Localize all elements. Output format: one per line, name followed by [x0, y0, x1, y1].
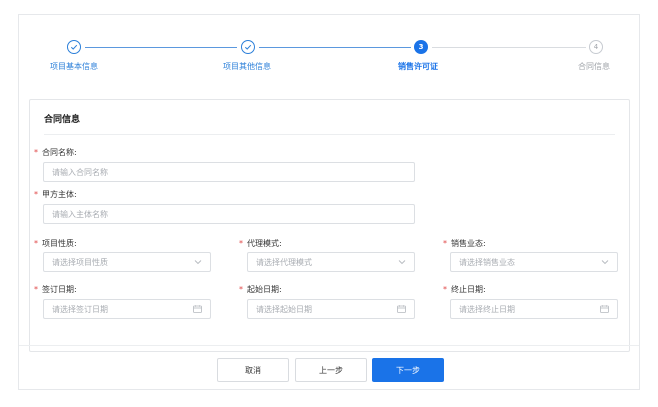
step-1-label[interactable]: 项目基本信息 [50, 61, 98, 72]
required-mark: * [34, 148, 38, 157]
calendar-icon [193, 305, 202, 313]
contract-name-input[interactable] [43, 162, 415, 182]
calendar-icon [600, 305, 609, 313]
chevron-down-icon [601, 260, 609, 265]
sales-status-select[interactable]: 请选择销售业态 [450, 252, 618, 272]
panel-title: 合同信息 [44, 115, 81, 125]
step-2-label[interactable]: 项目其他信息 [223, 61, 271, 72]
sales-status-placeholder: 请选择销售业态 [459, 257, 515, 267]
end-date-placeholder: 请选择终止日期 [459, 304, 515, 314]
contract-name-label: * 合同名称: [34, 148, 77, 157]
start-date-placeholder: 请选择起始日期 [256, 304, 312, 314]
step-4-label: 合同信息 [578, 62, 610, 71]
agency-mode-placeholder: 请选择代理模式 [256, 257, 312, 267]
project-nature-select[interactable]: 请选择项目性质 [43, 252, 211, 272]
end-date-picker[interactable]: 请选择终止日期 [450, 299, 618, 319]
agency-mode-label: * 代理模式: [239, 239, 282, 248]
required-mark: * [34, 190, 38, 199]
required-mark: * [443, 239, 447, 248]
party-a-input[interactable] [43, 204, 415, 224]
project-nature-label: * 项目性质: [34, 239, 77, 248]
prev-step-button[interactable]: 上一步 [295, 358, 367, 382]
step-4-number: 4 [589, 40, 603, 54]
party-a-label: * 甲方主体: [34, 190, 77, 199]
step-3-label: 销售许可证 [398, 62, 438, 71]
project-nature-placeholder: 请选择项目性质 [52, 257, 108, 267]
step-3-number: 3 [414, 40, 428, 54]
cancel-button[interactable]: 取消 [217, 358, 289, 382]
panel-divider [44, 134, 615, 135]
step-2-check-icon [241, 40, 255, 54]
required-mark: * [239, 285, 243, 294]
end-date-label: * 终止日期: [443, 285, 486, 294]
agency-mode-select[interactable]: 请选择代理模式 [247, 252, 415, 272]
required-mark: * [239, 239, 243, 248]
required-mark: * [34, 285, 38, 294]
calendar-icon [397, 305, 406, 313]
step-connector-1 [85, 47, 237, 48]
next-step-button[interactable]: 下一步 [372, 358, 444, 382]
required-mark: * [34, 239, 38, 248]
start-date-picker[interactable]: 请选择起始日期 [247, 299, 415, 319]
step-1-check-icon [67, 40, 81, 54]
sign-date-picker[interactable]: 请选择签订日期 [43, 299, 211, 319]
sign-date-placeholder: 请选择签订日期 [52, 304, 108, 314]
step-progress: 3 4 项目基本信息 项目其他信息 销售许可证 合同信息 [19, 15, 641, 85]
sales-status-label: * 销售业态: [443, 239, 486, 248]
step-connector-3 [432, 47, 586, 48]
chevron-down-icon [398, 260, 406, 265]
chevron-down-icon [194, 260, 202, 265]
wizard-card: 3 4 项目基本信息 项目其他信息 销售许可证 合同信息 合同信息 * 合同名称:… [18, 14, 640, 390]
footer-divider [19, 345, 639, 346]
step-connector-2 [259, 47, 411, 48]
start-date-label: * 起始日期: [239, 285, 282, 294]
sign-date-label: * 签订日期: [34, 285, 77, 294]
required-mark: * [443, 285, 447, 294]
contract-info-panel: 合同信息 *合同名称: *甲方主体: *项目性质: 请选择项目性质 *代理模式:… [29, 99, 630, 352]
